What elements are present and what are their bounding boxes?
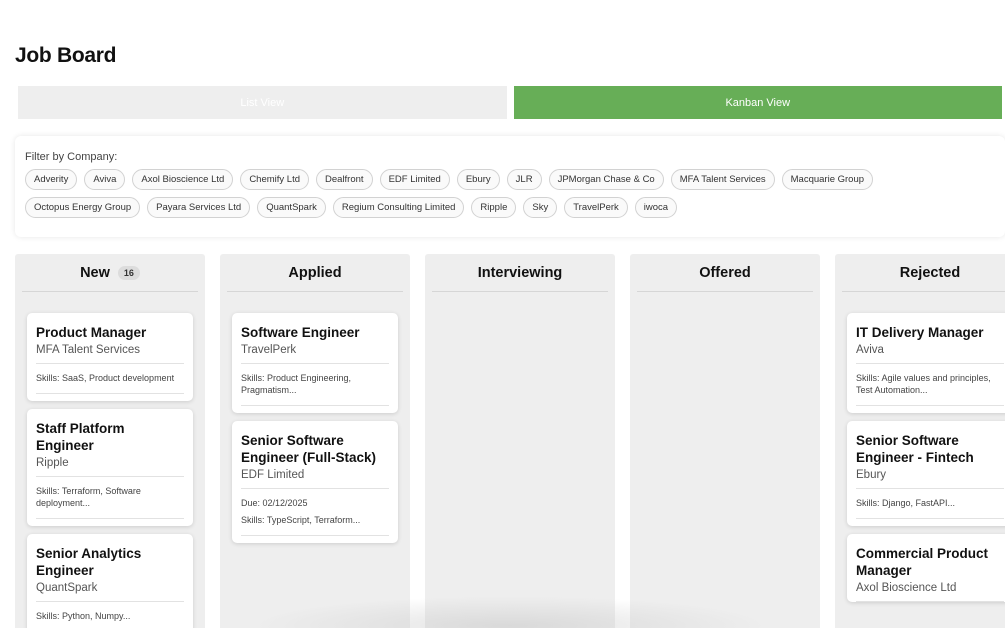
column-header: New 16 [22, 254, 198, 292]
job-company: Axol Bioscience Ltd [856, 582, 1004, 602]
job-skills: Skills: Django, FastAPI... [856, 498, 956, 508]
job-card[interactable]: Product Manager MFA Talent Services Skills… [27, 313, 193, 401]
company-chip-edf-limited[interactable]: EDF Limited [379, 169, 450, 190]
column-header: Interviewing [432, 254, 608, 292]
column-offered: Offered [630, 254, 820, 628]
job-skills: Skills: Python, Numpy... [36, 611, 131, 621]
column-new: New 16 Product Manager MFA Talent Services S… [15, 254, 205, 628]
company-chip-payara-services-ltd[interactable]: Payara Services Ltd [147, 197, 251, 218]
column-title: Applied [288, 264, 342, 281]
job-skills: Skills: TypeScript, Terraform... [241, 515, 361, 525]
column-header: Rejected [842, 254, 1005, 292]
column-title: Offered [699, 264, 751, 281]
column-header: Applied [227, 254, 403, 292]
job-title: Product Manager [36, 325, 147, 340]
job-title: Senior Software Engineer - Fintech [856, 433, 974, 465]
company-chip-regium-consulting-limited[interactable]: Regium Consulting Limited [332, 197, 465, 218]
job-company: Ripple [36, 457, 184, 477]
card-list: Product Manager MFA Talent Services Skills… [22, 292, 198, 628]
job-skills: Skills: SaaS, Product development [36, 373, 175, 383]
card-divider [36, 518, 184, 526]
view-toggle: List View Kanban View [18, 86, 1002, 119]
company-chip-mfa-talent-services[interactable]: MFA Talent Services [670, 169, 775, 190]
job-title: Software Engineer [241, 325, 360, 340]
job-meta: Skills: Python, Numpy... [36, 602, 184, 628]
company-filter-panel: Filter by Company: Adverity Aviva Axol Bio… [15, 136, 1005, 237]
job-meta: Skills: Terraform, Software deployment..… [36, 477, 184, 518]
job-card[interactable]: Senior Analytics Engineer QuantSpark Skill… [27, 534, 193, 628]
company-chip-list: Adverity Aviva Axol Bioscience Ltd Chemify … [25, 169, 995, 218]
kanban-board: New 16 Product Manager MFA Talent Services S… [15, 254, 1005, 628]
card-list [432, 292, 608, 313]
company-chip-chemify-ltd[interactable]: Chemify Ltd [240, 169, 309, 190]
job-title: Senior Software Engineer (Full-Stack) [241, 433, 377, 465]
company-chip-aviva[interactable]: Aviva [84, 169, 126, 190]
page-title: Job Board [15, 44, 117, 67]
job-company: MFA Talent Services [36, 344, 184, 364]
job-company: Ebury [856, 469, 1004, 489]
job-skills: Skills: Terraform, Software deployment..… [36, 486, 141, 508]
job-title: IT Delivery Manager [856, 325, 984, 340]
job-company: TravelPerk [241, 344, 389, 364]
job-title: Staff Platform Engineer [36, 421, 125, 453]
job-title: Commercial Product Manager [856, 546, 989, 578]
company-chip-jpmorgan-chase-co[interactable]: JPMorgan Chase & Co [548, 169, 664, 190]
column-count-badge: 16 [117, 265, 140, 280]
card-divider [856, 405, 1004, 413]
job-meta: Skills: Agile values and principles, Tes… [856, 364, 1004, 405]
column-title: Rejected [899, 264, 961, 281]
job-company: Aviva [856, 344, 1004, 364]
company-chip-sky[interactable]: Sky [523, 197, 558, 218]
job-card[interactable]: Software Engineer TravelPerk Skills: Produ… [232, 313, 398, 413]
job-card[interactable]: Senior Software Engineer (Full-Stack) EDF… [232, 421, 398, 543]
company-chip-octopus-energy-group[interactable]: Octopus Energy Group [25, 197, 141, 218]
company-chip-jlr[interactable]: JLR [506, 169, 542, 190]
list-view-button[interactable]: List View [18, 86, 507, 119]
company-chip-axol-bioscience-ltd[interactable]: Axol Bioscience Ltd [132, 169, 234, 190]
job-card[interactable]: Commercial Product Manager Axol Bioscienc… [847, 534, 1005, 602]
column-rejected: Rejected IT Delivery Manager Aviva Skills: … [835, 254, 1005, 628]
job-company: EDF Limited [241, 469, 389, 489]
job-card[interactable]: Senior Software Engineer - Fintech Ebury S… [847, 421, 1005, 526]
column-title: Interviewing [477, 264, 563, 281]
job-due-date: Due: 02/12/2025 [241, 498, 308, 508]
column-interviewing: Interviewing [425, 254, 615, 628]
card-divider [36, 393, 184, 401]
column-applied: Applied Software Engineer TravelPerk Skills… [220, 254, 410, 628]
job-card[interactable]: IT Delivery Manager Aviva Skills: Agile va… [847, 313, 1005, 413]
company-chip-quantspark[interactable]: QuantSpark [257, 197, 326, 218]
card-list [637, 292, 813, 313]
job-title: Senior Analytics Engineer [36, 546, 142, 578]
company-chip-travelperk[interactable]: TravelPerk [564, 197, 628, 218]
company-chip-iwoca[interactable]: iwoca [634, 197, 678, 218]
kanban-view-button[interactable]: Kanban View [513, 86, 1002, 119]
job-meta: Skills: Django, FastAPI... [856, 489, 1004, 518]
column-header: Offered [637, 254, 813, 292]
job-card[interactable]: Staff Platform Engineer Ripple Skills: Ter… [27, 409, 193, 526]
job-company: QuantSpark [36, 582, 184, 602]
card-divider [856, 518, 1004, 526]
card-divider [241, 405, 389, 413]
company-chip-ripple[interactable]: Ripple [471, 197, 517, 218]
card-list: IT Delivery Manager Aviva Skills: Agile va… [842, 292, 1005, 602]
column-title: New [80, 264, 110, 281]
company-chip-adverity[interactable]: Adverity [25, 169, 78, 190]
job-meta: Skills: Product Engineering, Pragmatism.… [241, 364, 389, 405]
company-chip-ebury[interactable]: Ebury [456, 169, 500, 190]
job-skills: Skills: Product Engineering, Pragmatism.… [241, 373, 352, 395]
job-meta: Skills: SaaS, Product development [36, 364, 184, 393]
company-chip-macquarie-group[interactable]: Macquarie Group [781, 169, 874, 190]
card-divider [241, 535, 389, 543]
filter-label: Filter by Company: [25, 151, 118, 163]
card-list: Software Engineer TravelPerk Skills: Produ… [227, 292, 403, 543]
job-skills: Skills: Agile values and principles, Tes… [856, 373, 991, 395]
job-meta: Due: 02/12/2025 Skills: TypeScript, Terra… [241, 489, 389, 535]
company-chip-dealfront[interactable]: Dealfront [316, 169, 373, 190]
